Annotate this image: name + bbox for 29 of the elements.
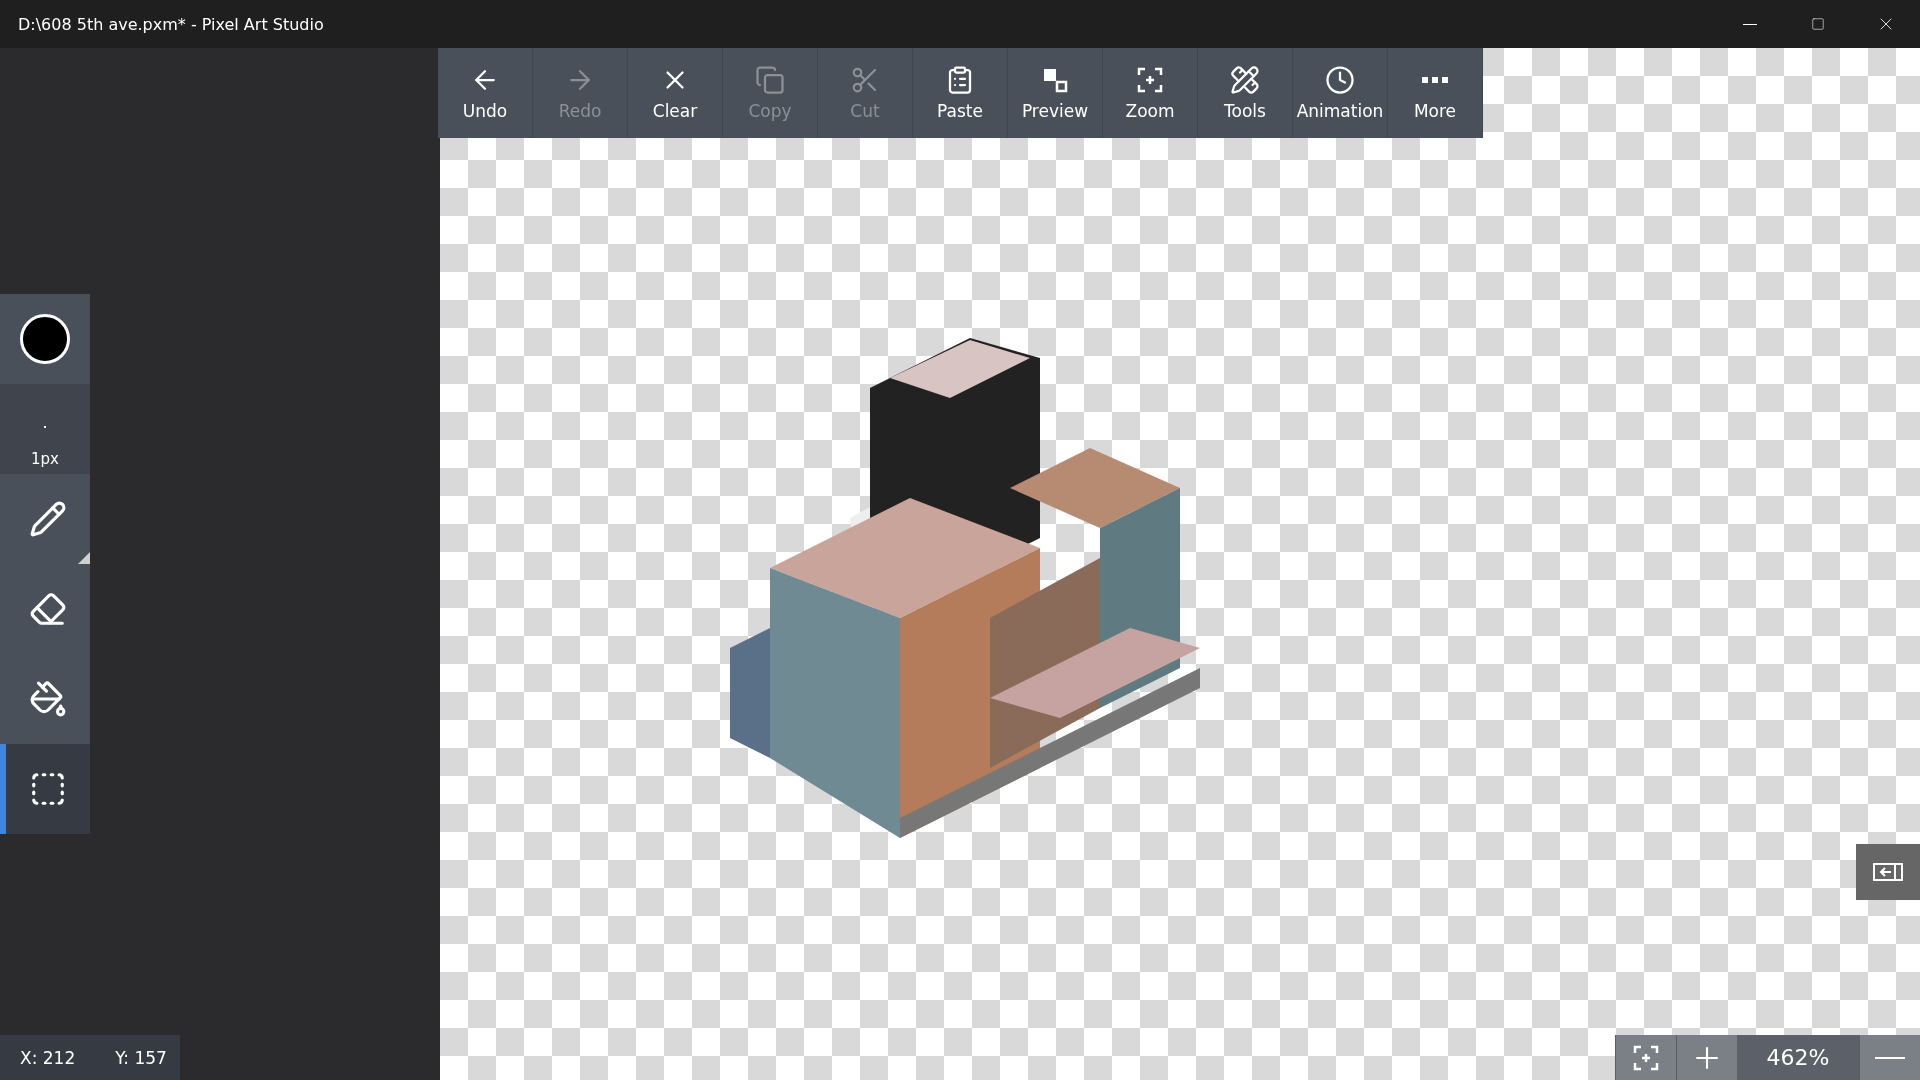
fit-screen-button[interactable] [1615, 1035, 1676, 1080]
pencil-icon [29, 500, 67, 538]
x-coordinate: X: 212 [20, 1047, 76, 1068]
y-coordinate: Y: 157 [115, 1047, 167, 1068]
pencil-ruler-icon [1230, 65, 1260, 95]
select-icon [29, 770, 67, 808]
more-icon [1422, 77, 1448, 83]
restore-icon [1811, 17, 1825, 31]
color-swatch[interactable] [20, 314, 70, 364]
minus-icon [1875, 1056, 1905, 1059]
eraser-icon [29, 590, 67, 628]
zoom-in-button[interactable] [1676, 1035, 1737, 1080]
zoom-out-button[interactable] [1859, 1035, 1920, 1080]
window-title: D:\608 5th ave.pxm* - Pixel Art Studio [17, 14, 324, 34]
select-tool[interactable] [0, 744, 90, 834]
fit-icon [1632, 1043, 1660, 1072]
paint-bucket-icon [29, 680, 67, 718]
brush-size-button[interactable]: 1px [0, 384, 90, 474]
color-picker[interactable] [0, 294, 90, 384]
pencil-tool[interactable] [0, 474, 90, 564]
panel-toggle-button[interactable] [1856, 844, 1920, 900]
minimize-icon [1743, 23, 1757, 25]
clock-icon [1325, 65, 1355, 95]
squares-icon [1041, 66, 1069, 94]
copy-icon [755, 65, 785, 95]
zoom-level: 462% [1737, 1035, 1859, 1080]
zoom-icon [1136, 66, 1164, 94]
fill-tool[interactable] [0, 654, 90, 744]
toolbar-button[interactable]: Animation [1293, 48, 1388, 138]
